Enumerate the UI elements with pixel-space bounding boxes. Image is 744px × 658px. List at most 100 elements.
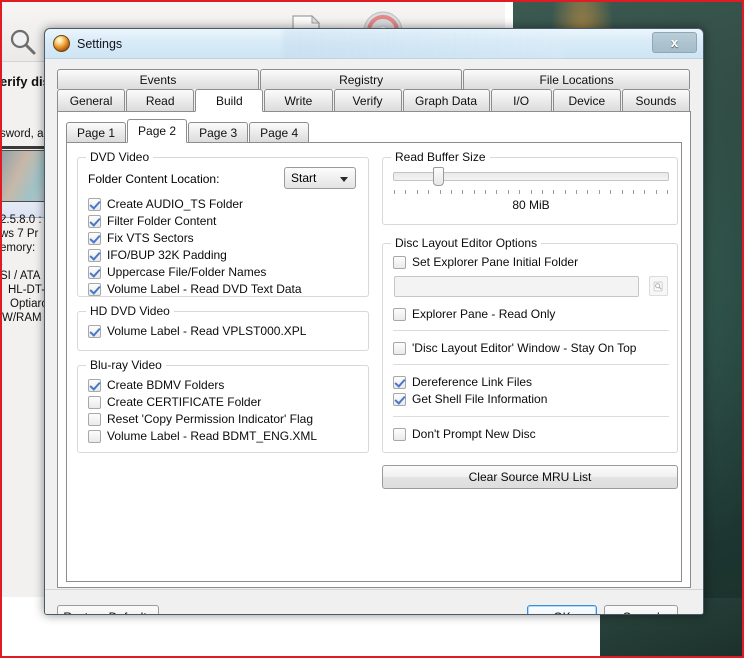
read-buffer-slider-ticks: [394, 190, 668, 194]
checkbox-stay-on-top-row: 'Disc Layout Editor' Window - Stay On To…: [393, 340, 636, 357]
checkbox-icon: [88, 265, 101, 279]
checkbox-label: Volume Label - Read DVD Text Data: [107, 282, 302, 296]
bluray-video-group-title: Blu-ray Video: [86, 358, 166, 372]
tab-row-primary: Events Registry File Locations: [57, 69, 691, 89]
read-buffer-size-value: 80 MiB: [512, 198, 550, 212]
cancel-button[interactable]: Cancel: [604, 605, 678, 614]
folder-content-location-label: Folder Content Location:: [88, 172, 220, 186]
read-buffer-slider-thumb[interactable]: [433, 167, 444, 186]
tab-events[interactable]: Events: [57, 69, 260, 89]
background-text-line: HL-DT-: [8, 284, 46, 296]
checkbox-icon: [393, 307, 406, 321]
restore-defaults-button[interactable]: Restore Defaults: [57, 605, 159, 614]
checkbox-explorer-pane-read-only[interactable]: Explorer Pane - Read Only: [393, 306, 555, 322]
checkbox-icon: [393, 255, 406, 269]
checkbox-create-bdmv-folders[interactable]: Create BDMV Folders: [88, 377, 317, 393]
settings-tab-control: Events Registry File Locations General R…: [57, 69, 691, 588]
initial-folder-input[interactable]: [394, 276, 639, 297]
hd-dvd-video-group-title: HD DVD Video: [86, 304, 174, 318]
tab-page-2[interactable]: Page 2: [127, 119, 188, 143]
checkbox-label: Don't Prompt New Disc: [412, 427, 536, 441]
tab-page-3[interactable]: Page 3: [188, 122, 249, 142]
checkbox-filter-folder-content[interactable]: Filter Folder Content: [88, 213, 302, 229]
page-2-pane: DVD Video Folder Content Location: Start…: [66, 142, 682, 582]
tab-sounds[interactable]: Sounds: [621, 89, 690, 111]
checkbox-label: Create AUDIO_TS Folder: [107, 197, 244, 211]
checkbox-label: Uppercase File/Folder Names: [107, 265, 267, 279]
tab-row-secondary: General Read Build Write Verify Graph Da…: [57, 89, 691, 112]
checkbox-get-shell-file-information[interactable]: Get Shell File Information: [393, 391, 547, 407]
checkbox-create-certificate-folder[interactable]: Create CERTIFICATE Folder: [88, 394, 317, 410]
tab-file-locations[interactable]: File Locations: [463, 69, 691, 89]
settings-dialog: Settings x Events Registry File Location…: [44, 28, 704, 615]
dvd-video-checkbox-list: Create AUDIO_TS Folder Filter Folder Con…: [88, 196, 302, 298]
magnifier-icon[interactable]: [8, 27, 38, 57]
chevron-down-icon: [340, 177, 348, 182]
background-text-line: .: [0, 256, 4, 268]
tab-io[interactable]: I/O: [490, 89, 552, 111]
checkbox-dont-prompt-new-disc[interactable]: Don't Prompt New Disc: [393, 426, 536, 442]
checkbox-uppercase-file-folder-names[interactable]: Uppercase File/Folder Names: [88, 264, 302, 280]
tab-page-1[interactable]: Page 1: [66, 122, 127, 142]
checkbox-ifo-bup-32k-padding[interactable]: IFO/BUP 32K Padding: [88, 247, 302, 263]
tab-read[interactable]: Read: [126, 89, 195, 111]
tab-page-4[interactable]: Page 4: [249, 122, 310, 142]
tab-verify[interactable]: Verify: [333, 89, 402, 111]
tab-write[interactable]: Write: [264, 89, 333, 111]
dialog-body: Events Registry File Locations General R…: [45, 59, 703, 614]
checkbox-label: Explorer Pane - Read Only: [412, 307, 556, 321]
checkbox-label: Create CERTIFICATE Folder: [107, 395, 262, 409]
background-selected-row: [0, 146, 48, 149]
shell-options-checkbox-list: Dereference Link Files Get Shell File In…: [393, 374, 547, 408]
dvd-video-group-title: DVD Video: [86, 150, 154, 164]
checkbox-label: Set Explorer Pane Initial Folder: [412, 255, 579, 269]
checkbox-label: IFO/BUP 32K Padding: [107, 248, 227, 262]
checkbox-icon: [88, 395, 101, 409]
dvd-video-group: DVD Video Folder Content Location: Start…: [77, 150, 369, 298]
checkbox-icon: [393, 427, 406, 441]
background-text-line: ws 7 Pr: [0, 228, 39, 240]
bluray-video-checkbox-list: Create BDMV Folders Create CERTIFICATE F…: [88, 377, 317, 445]
close-icon[interactable]: x: [652, 32, 697, 53]
background-text-line: SI / ATA: [0, 270, 41, 282]
disc-layout-editor-options-group: Disc Layout Editor Options Set Explorer …: [382, 236, 678, 453]
checkbox-volume-label-read-dvd-text-data[interactable]: Volume Label - Read DVD Text Data: [88, 281, 302, 297]
background-text-line: W/RAM: [2, 312, 42, 324]
checkbox-volume-label-read-vplst000-xpl[interactable]: Volume Label - Read VPLST000.XPL: [88, 323, 306, 339]
checkbox-disc-layout-editor-stay-on-top[interactable]: 'Disc Layout Editor' Window - Stay On To…: [393, 340, 636, 356]
tab-registry[interactable]: Registry: [260, 69, 463, 89]
background-text-line: emory:: [0, 242, 36, 254]
titlebar-glass-blur: [283, 29, 563, 59]
checkbox-icon: [88, 412, 101, 426]
checkbox-label: Create BDMV Folders: [107, 378, 225, 392]
checkbox-fix-vts-sectors[interactable]: Fix VTS Sectors: [88, 230, 302, 246]
read-buffer-size-group-title: Read Buffer Size: [391, 150, 490, 164]
checkbox-label: Fix VTS Sectors: [107, 231, 194, 245]
checkbox-label: Filter Folder Content: [107, 214, 217, 228]
tab-build[interactable]: Build: [195, 89, 264, 112]
options-divider: [393, 416, 669, 417]
checkbox-set-explorer-pane-initial-folder[interactable]: Set Explorer Pane Initial Folder: [393, 254, 578, 270]
checkbox-icon: [88, 429, 101, 443]
clear-source-mru-list-button[interactable]: Clear Source MRU List: [382, 465, 678, 489]
checkbox-volume-label-read-bdmt-eng-xml[interactable]: Volume Label - Read BDMT_ENG.XML: [88, 428, 317, 444]
checkbox-create-audio-ts-folder[interactable]: Create AUDIO_TS Folder: [88, 196, 302, 212]
folder-search-icon[interactable]: [649, 276, 668, 296]
checkbox-icon: [88, 197, 101, 211]
tab-device[interactable]: Device: [552, 89, 621, 111]
checkbox-reset-copy-permission-indicator-flag[interactable]: Reset 'Copy Permission Indicator' Flag: [88, 411, 317, 427]
checkbox-label: Volume Label - Read VPLST000.XPL: [107, 324, 307, 338]
dialog-titlebar[interactable]: Settings x: [45, 29, 703, 59]
ok-button[interactable]: OK: [527, 605, 597, 614]
tab-graph-data[interactable]: Graph Data: [402, 89, 490, 111]
checkbox-label: Get Shell File Information: [412, 392, 548, 406]
disc-icon: [53, 35, 70, 52]
background-thumbnail: [0, 150, 48, 202]
hd-dvd-video-group: HD DVD Video Volume Label - Read VPLST00…: [77, 304, 369, 351]
checkbox-label: Volume Label - Read BDMT_ENG.XML: [107, 429, 318, 443]
build-tab-pane: Page 1 Page 2 Page 3 Page 4 DVD Video Fo…: [57, 111, 691, 588]
checkbox-icon: [393, 375, 406, 389]
folder-content-location-combo[interactable]: Start: [284, 167, 356, 189]
checkbox-dereference-link-files[interactable]: Dereference Link Files: [393, 374, 547, 390]
tab-general[interactable]: General: [57, 89, 126, 111]
